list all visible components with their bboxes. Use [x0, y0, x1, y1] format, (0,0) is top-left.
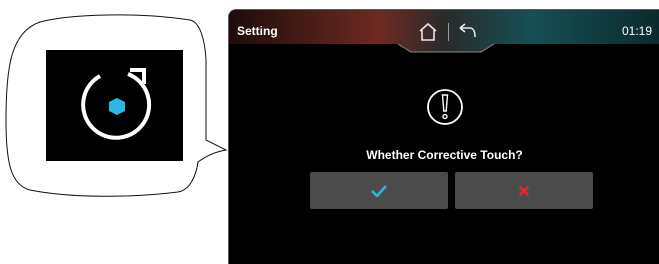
- callout-bubble: [0, 0, 240, 263]
- exclamation-alert-icon: [427, 89, 463, 125]
- dialog-prompt: Whether Corrective Touch?: [366, 148, 523, 162]
- device-screen: Setting 01:19 Whether Corrective Touch?: [228, 9, 659, 264]
- clock: 01:19: [621, 24, 652, 38]
- cancel-button[interactable]: [455, 172, 593, 209]
- confirm-button[interactable]: [310, 172, 448, 209]
- cross-icon: [518, 185, 530, 196]
- recalibrate-touch-icon: [81, 68, 152, 140]
- status-bar: Setting 01:19: [229, 10, 659, 56]
- nav-divider: [448, 23, 449, 41]
- back-arrow-icon: [459, 23, 476, 38]
- home-button[interactable]: [417, 22, 439, 42]
- callout-zoom-panel: [46, 50, 183, 161]
- home-icon: [419, 22, 437, 41]
- back-button[interactable]: [456, 22, 478, 42]
- status-bar-background: [229, 10, 659, 53]
- checkmark-icon: [371, 184, 387, 197]
- screen-title: Setting: [237, 24, 278, 38]
